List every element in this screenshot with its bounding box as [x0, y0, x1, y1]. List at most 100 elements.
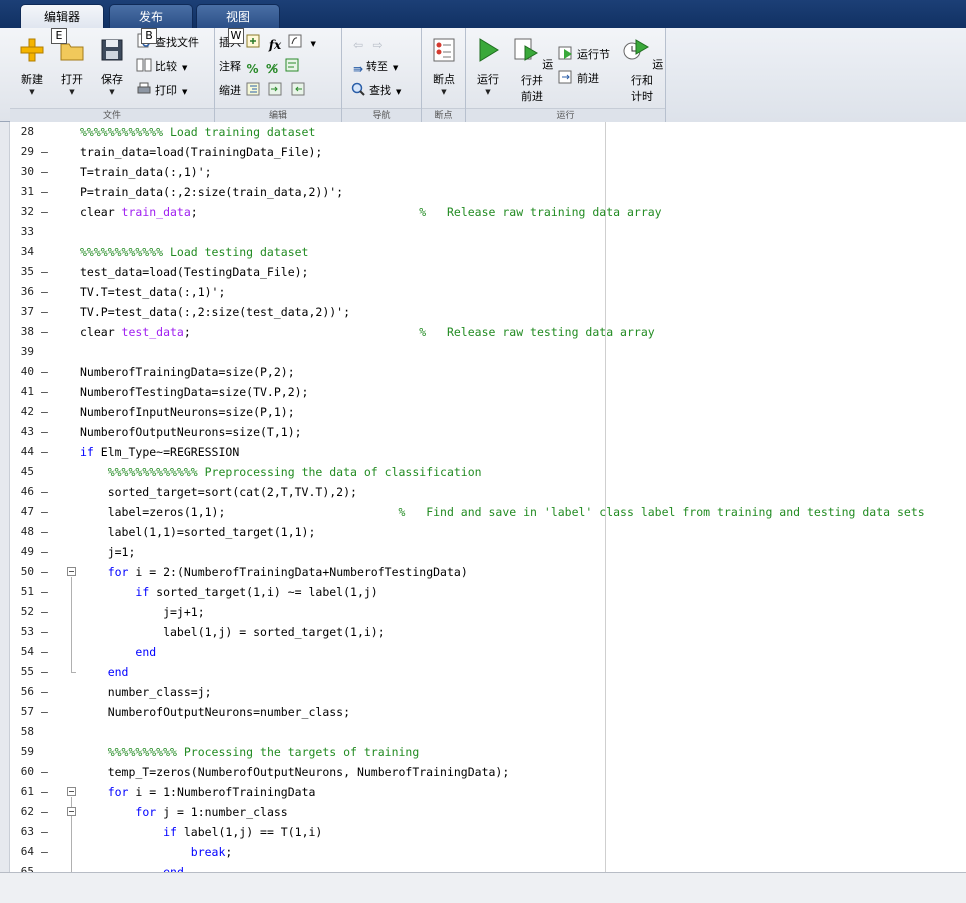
line-number[interactable]: 49: [10, 542, 34, 562]
line-number[interactable]: 44: [10, 442, 34, 462]
code-line[interactable]: 47– label=zeros(1,1); % Find and save in…: [10, 502, 966, 522]
code-line[interactable]: 39: [10, 342, 966, 362]
breakpoint-marker[interactable]: –: [41, 322, 48, 342]
code-line[interactable]: 40– NumberofTrainingData=size(P,2);: [10, 362, 966, 382]
line-number[interactable]: 62: [10, 802, 34, 822]
fold-toggle-icon[interactable]: [67, 807, 76, 816]
print-button[interactable]: 打印 ▼: [136, 81, 187, 101]
line-number[interactable]: 33: [10, 222, 34, 242]
save-button[interactable]: 保存 ▼: [92, 36, 132, 97]
breakpoint-marker[interactable]: –: [41, 702, 48, 722]
indent-increase-icon[interactable]: [267, 81, 283, 97]
line-number[interactable]: 29: [10, 142, 34, 162]
run-section-button[interactable]: 运行节: [558, 45, 610, 65]
code-line[interactable]: 46– sorted_target=sort(cat(2,T,TV.T),2);: [10, 482, 966, 502]
line-number[interactable]: 60: [10, 762, 34, 782]
code-line[interactable]: 64– break;: [10, 842, 966, 862]
line-number[interactable]: 35: [10, 262, 34, 282]
breakpoint-marker[interactable]: –: [41, 822, 48, 842]
line-number[interactable]: 58: [10, 722, 34, 742]
breakpoint-marker[interactable]: –: [41, 202, 48, 222]
code-line[interactable]: 58: [10, 722, 966, 742]
breakpoint-marker[interactable]: –: [41, 282, 48, 302]
breakpoint-marker[interactable]: –: [41, 862, 48, 872]
breakpoint-marker[interactable]: –: [41, 162, 48, 182]
line-number[interactable]: 59: [10, 742, 34, 762]
breakpoint-marker[interactable]: –: [41, 142, 48, 162]
line-number[interactable]: 42: [10, 402, 34, 422]
line-number[interactable]: 45: [10, 462, 34, 482]
breakpoint-marker[interactable]: –: [41, 262, 48, 282]
new-button[interactable]: 新建 ▼: [12, 36, 52, 97]
line-number[interactable]: 30: [10, 162, 34, 182]
tab-publish[interactable]: 发布: [109, 4, 193, 28]
breakpoint-marker[interactable]: –: [41, 522, 48, 542]
line-number[interactable]: 48: [10, 522, 34, 542]
breakpoint-marker[interactable]: –: [41, 422, 48, 442]
breakpoints-button[interactable]: 断点 ▼: [424, 36, 464, 97]
fold-toggle-icon[interactable]: [67, 567, 76, 576]
code-line[interactable]: 48– label(1,1)=sorted_target(1,1);: [10, 522, 966, 542]
breakpoint-marker[interactable]: –: [41, 802, 48, 822]
line-number[interactable]: 37: [10, 302, 34, 322]
code-line[interactable]: 37– TV.P=test_data(:,2:size(test_data,2))…: [10, 302, 966, 322]
forward-arrow-icon[interactable]: ⇨: [370, 37, 386, 53]
code-line[interactable]: 61– for i = 1:NumberofTrainingData: [10, 782, 966, 802]
breakpoint-marker[interactable]: –: [41, 582, 48, 602]
code-line[interactable]: 62– for j = 1:number_class: [10, 802, 966, 822]
find-button[interactable]: 查找 ▼: [350, 81, 401, 101]
line-number[interactable]: 31: [10, 182, 34, 202]
code-line[interactable]: 45 %%%%%%%%%%%%% Preprocessing the data …: [10, 462, 966, 482]
open-button[interactable]: 打开 ▼: [52, 36, 92, 97]
line-number[interactable]: 28: [10, 122, 34, 142]
tab-editor[interactable]: 编辑器: [20, 4, 104, 29]
line-number[interactable]: 40: [10, 362, 34, 382]
code-line[interactable]: 52– j=j+1;: [10, 602, 966, 622]
comment-percent-icon[interactable]: %: [245, 61, 261, 77]
line-number[interactable]: 52: [10, 602, 34, 622]
breakpoint-marker[interactable]: –: [41, 182, 48, 202]
code-line[interactable]: 28 %%%%%%%%%%%% Load training dataset: [10, 122, 966, 142]
comment-button[interactable]: 注释 % %̸: [219, 57, 303, 77]
run-and-advance-button[interactable]: 运行并 前进: [510, 36, 554, 104]
code-line[interactable]: 49– j=1;: [10, 542, 966, 562]
line-number[interactable]: 65: [10, 862, 34, 872]
line-number[interactable]: 38: [10, 322, 34, 342]
code-line[interactable]: 30– T=train_data(:,1)';: [10, 162, 966, 182]
breakpoint-marker[interactable]: –: [41, 562, 48, 582]
code-line[interactable]: 54– end: [10, 642, 966, 662]
breakpoint-marker[interactable]: –: [41, 842, 48, 862]
breakpoint-marker[interactable]: –: [41, 602, 48, 622]
line-number[interactable]: 64: [10, 842, 34, 862]
line-number[interactable]: 54: [10, 642, 34, 662]
breakpoint-marker[interactable]: –: [41, 782, 48, 802]
indent-decrease-icon[interactable]: [290, 81, 306, 97]
breakpoint-marker[interactable]: –: [41, 362, 48, 382]
code-editor[interactable]: 28%%%%%%%%%%%% Load training dataset 29– t…: [10, 122, 966, 872]
run-and-time-button[interactable]: 运行和 计时: [620, 36, 664, 104]
uncomment-icon[interactable]: %̸: [264, 61, 280, 77]
smart-indent-icon[interactable]: [245, 81, 261, 97]
breakpoint-marker[interactable]: –: [41, 642, 48, 662]
breakpoint-marker[interactable]: –: [41, 442, 48, 462]
tab-view[interactable]: 视图: [196, 4, 280, 28]
code-line[interactable]: 35– test_data=load(TestingData_File);: [10, 262, 966, 282]
line-number[interactable]: 32: [10, 202, 34, 222]
breakpoint-marker[interactable]: –: [41, 482, 48, 502]
code-line[interactable]: 31– P=train_data(:,2:size(train_data,2))'…: [10, 182, 966, 202]
breakpoint-marker[interactable]: –: [41, 382, 48, 402]
indent-button[interactable]: 缩进: [219, 81, 309, 101]
breakpoint-marker[interactable]: –: [41, 662, 48, 682]
code-line[interactable]: 43– NumberofOutputNeurons=size(T,1);: [10, 422, 966, 442]
line-number[interactable]: 56: [10, 682, 34, 702]
line-number[interactable]: 55: [10, 662, 34, 682]
breakpoint-marker[interactable]: –: [41, 402, 48, 422]
line-number[interactable]: 53: [10, 622, 34, 642]
fx-icon[interactable]: fx: [267, 37, 283, 53]
line-number[interactable]: 50: [10, 562, 34, 582]
code-line[interactable]: 50– for i = 2:(NumberofTrainingData+Numb…: [10, 562, 966, 582]
breakpoint-marker[interactable]: –: [41, 682, 48, 702]
code-line[interactable]: 44– if Elm_Type~=REGRESSION: [10, 442, 966, 462]
code-line[interactable]: 34 %%%%%%%%%%%% Load testing dataset: [10, 242, 966, 262]
run-button[interactable]: 运行 ▼: [468, 36, 508, 97]
